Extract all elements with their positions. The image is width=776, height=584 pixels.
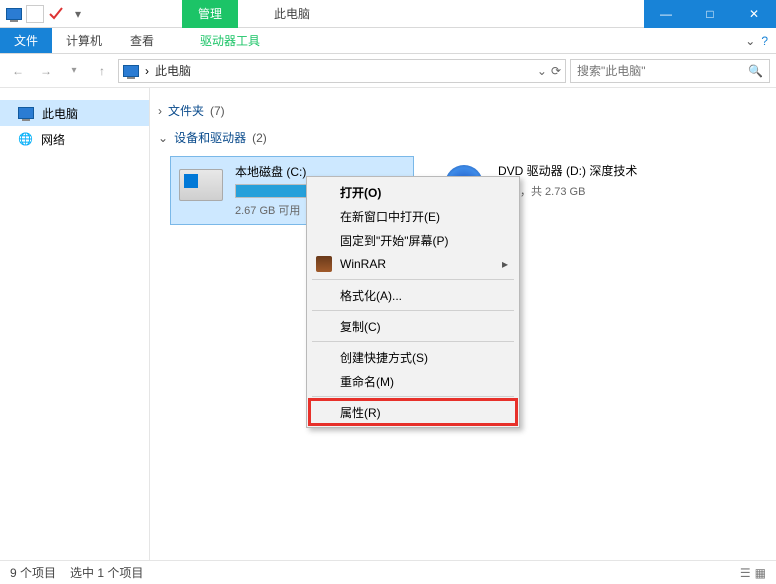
- menu-separator: [312, 310, 514, 311]
- tab-drive-tools[interactable]: 驱动器工具: [186, 28, 274, 53]
- group-label: 设备和驱动器: [174, 129, 246, 146]
- sidebar-item-label: 此电脑: [42, 105, 78, 122]
- ribbon-expand-icon[interactable]: ⌄: [745, 34, 755, 48]
- navigation-bar: ← → ▾ ↑ › 此电脑 ⌄ ⟳ 🔍: [0, 54, 776, 88]
- contextual-tab-label: 管理: [182, 0, 238, 28]
- minimize-button[interactable]: —: [644, 0, 688, 28]
- winrar-icon: [316, 256, 332, 272]
- title-bar: ▾ 管理 此电脑 — □ ✕: [0, 0, 776, 28]
- menu-winrar[interactable]: WinRAR ▸: [310, 252, 516, 276]
- forward-button[interactable]: →: [34, 59, 58, 83]
- menu-separator: [312, 341, 514, 342]
- pc-icon: [18, 107, 34, 119]
- qat-dropdown[interactable]: ▾: [68, 4, 88, 24]
- breadcrumb[interactable]: 此电脑: [155, 62, 191, 79]
- group-devices[interactable]: ⌄ 设备和驱动器 (2): [158, 129, 768, 146]
- tab-view[interactable]: 查看: [116, 28, 168, 53]
- network-icon: 🌐: [18, 132, 33, 146]
- disk-icon: [179, 169, 223, 201]
- sidebar-item-label: 网络: [41, 131, 65, 148]
- breadcrumb-sep: ›: [145, 64, 149, 78]
- refresh-icon[interactable]: ⟳: [551, 64, 561, 78]
- recent-locations-button[interactable]: ▾: [62, 59, 86, 83]
- context-menu: 打开(O) 在新窗口中打开(E) 固定到"开始"屏幕(P) WinRAR ▸ 格…: [306, 176, 520, 428]
- menu-separator: [312, 279, 514, 280]
- chevron-right-icon: ›: [158, 104, 162, 118]
- menu-copy[interactable]: 复制(C): [310, 314, 516, 338]
- window-title: 此电脑: [274, 5, 310, 22]
- status-selected-count: 选中 1 个项目: [70, 564, 143, 581]
- menu-open[interactable]: 打开(O): [310, 180, 516, 204]
- up-button[interactable]: ↑: [90, 59, 114, 83]
- submenu-arrow-icon: ▸: [502, 257, 508, 271]
- search-box[interactable]: 🔍: [570, 59, 770, 83]
- help-icon[interactable]: ?: [761, 34, 768, 48]
- status-item-count: 9 个项目: [10, 564, 56, 581]
- sidebar-item-this-pc[interactable]: 此电脑: [0, 100, 149, 126]
- group-count: (2): [252, 131, 267, 145]
- search-input[interactable]: [577, 64, 748, 78]
- sidebar-item-network[interactable]: 🌐 网络: [0, 126, 149, 152]
- qat-item[interactable]: [46, 4, 66, 24]
- tab-computer[interactable]: 计算机: [52, 28, 116, 53]
- drive-name: DVD 驱动器 (D:) 深度技术: [498, 162, 672, 179]
- view-tiles-icon[interactable]: ▦: [755, 566, 766, 580]
- qat-item[interactable]: [26, 5, 44, 23]
- quick-access-toolbar: ▾: [0, 4, 92, 24]
- address-dropdown-icon[interactable]: ⌄: [537, 64, 547, 78]
- view-details-icon[interactable]: ☰: [740, 566, 751, 580]
- menu-properties[interactable]: 属性(R): [310, 400, 516, 424]
- search-icon[interactable]: 🔍: [748, 64, 763, 78]
- menu-pin-start[interactable]: 固定到"开始"屏幕(P): [310, 228, 516, 252]
- address-pc-icon: [123, 65, 139, 77]
- group-label: 文件夹: [168, 102, 204, 119]
- back-button[interactable]: ←: [6, 59, 30, 83]
- drive-subtitle: 可用，共 2.73 GB: [498, 183, 672, 199]
- ribbon-tabs: 文件 计算机 查看 驱动器工具 ⌄ ?: [0, 28, 776, 54]
- menu-new-window[interactable]: 在新窗口中打开(E): [310, 204, 516, 228]
- group-count: (7): [210, 104, 225, 118]
- tab-file[interactable]: 文件: [0, 28, 52, 53]
- maximize-button[interactable]: □: [688, 0, 732, 28]
- menu-format[interactable]: 格式化(A)...: [310, 283, 516, 307]
- menu-rename[interactable]: 重命名(M): [310, 369, 516, 393]
- address-bar[interactable]: › 此电脑 ⌄ ⟳: [118, 59, 566, 83]
- menu-create-shortcut[interactable]: 创建快捷方式(S): [310, 345, 516, 369]
- menu-separator: [312, 396, 514, 397]
- explorer-icon: [4, 4, 24, 24]
- group-folders[interactable]: › 文件夹 (7): [158, 102, 768, 119]
- status-bar: 9 个项目 选中 1 个项目 ☰ ▦: [0, 560, 776, 584]
- close-button[interactable]: ✕: [732, 0, 776, 28]
- chevron-down-icon: ⌄: [158, 131, 168, 145]
- navigation-pane: 此电脑 🌐 网络: [0, 88, 150, 560]
